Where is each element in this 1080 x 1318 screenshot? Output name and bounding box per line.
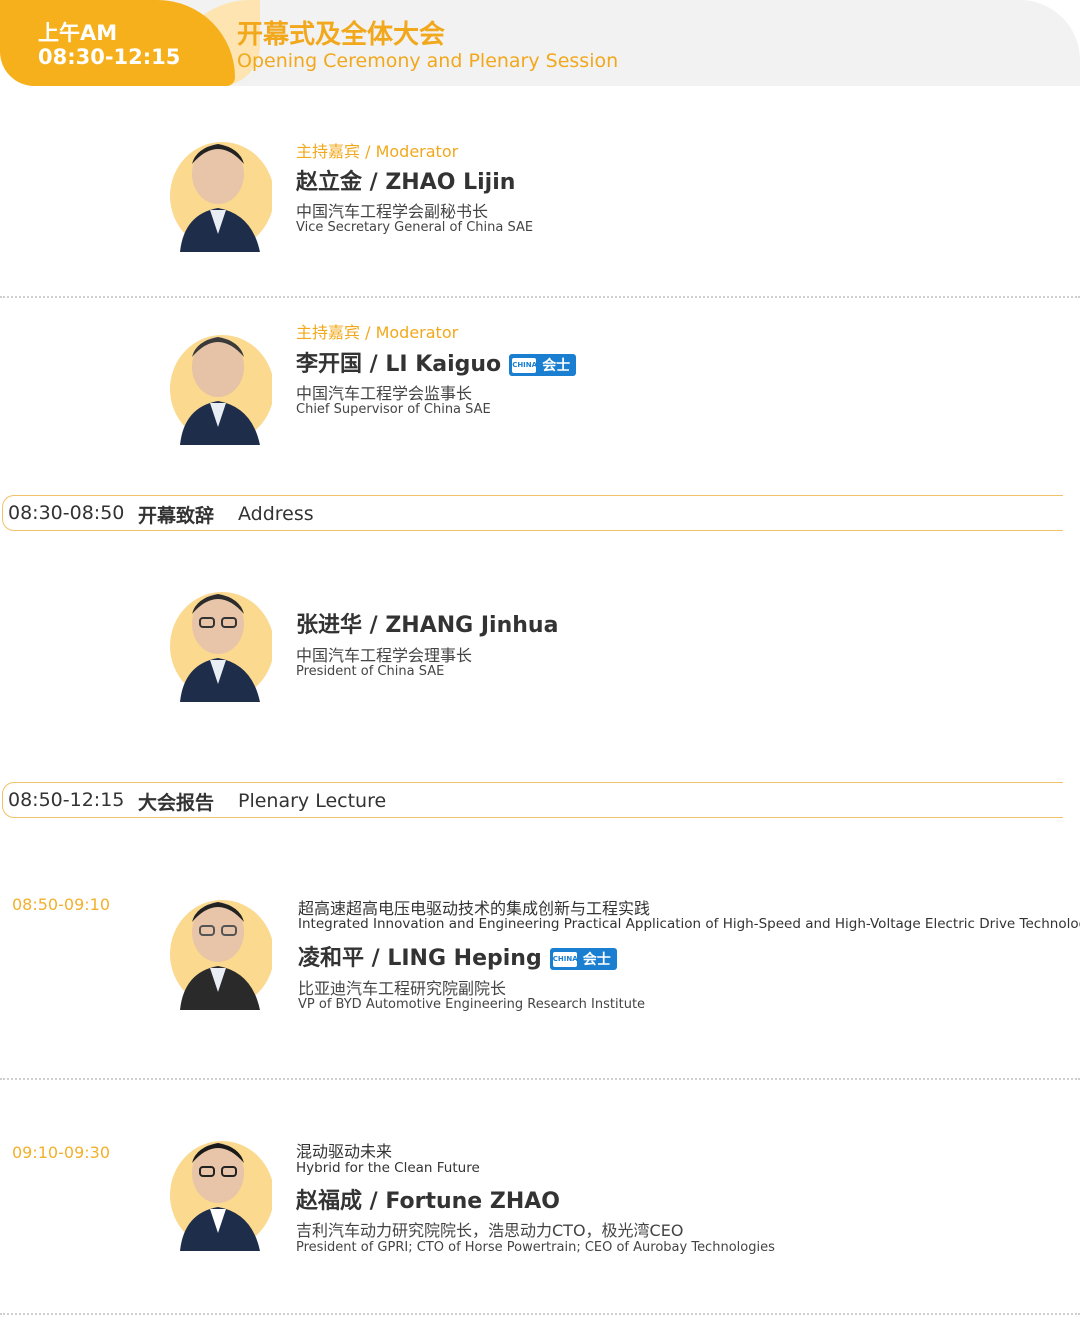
fellow-badge-label: 会士 [582,952,611,968]
speaker-title-en: Chief Supervisor of China SAE [296,402,491,417]
talk-topic-cn: 混动驱动未来 [296,1142,393,1161]
talk-topic-en: Integrated Innovation and Engineering Pr… [298,916,1080,932]
speaker-photo [170,335,272,445]
speaker-title-cn: 中国汽车工程学会副秘书长 [296,202,489,221]
fellow-badge: CHINA SAE 会士 [509,354,577,376]
session-title-cn: 开幕式及全体大会 [237,20,446,50]
speaker-title-en: President of GPRI; CTO of Horse Powertra… [296,1240,775,1255]
speaker-title-en: President of China SAE [296,664,445,679]
divider [0,1078,1080,1080]
address-label-cn: 开幕致辞 [138,505,215,527]
speaker-name: 赵立金 / ZHAO Lijin [296,170,516,195]
speaker-title-en: Vice Secretary General of China SAE [296,220,534,235]
speaker-photo [170,1141,272,1251]
speaker-title-cn: 比亚迪汽车工程研究院副院长 [298,979,507,998]
speaker-name-row: 凌和平 / LING Heping CHINA SAE 会士 [298,940,617,972]
talk-time: 08:50-09:10 [12,895,110,914]
speaker-name: 张进华 / ZHANG Jinhua [296,613,559,638]
plenary-time: 08:50-12:15 [8,789,125,811]
speaker-name-row: 李开国 / LI Kaiguo CHINA SAE 会士 [296,346,577,378]
speaker-title-cn: 中国汽车工程学会监事长 [296,384,473,403]
session-title-en: Opening Ceremony and Plenary Session [237,50,619,72]
divider [0,1313,1080,1315]
speaker-photo [170,592,272,702]
fellow-badge-label: 会士 [542,358,571,374]
speaker-title-en: VP of BYD Automotive Engineering Researc… [298,997,646,1012]
header-time-block [0,0,235,86]
moderator-role: 主持嘉宾 / Moderator [296,142,459,161]
speaker-title-cn: 中国汽车工程学会理事长 [296,646,473,665]
plenary-label-en: Plenary Lecture [238,790,387,812]
speaker-title-cn: 吉利汽车动力研究院院长，浩思动力CTO，极光湾CEO [296,1221,684,1240]
talk-topic-en: Hybrid for the Clean Future [296,1160,480,1176]
fellow-badge: CHINA SAE 会士 [549,948,617,970]
speaker-name: 赵福成 / Fortune ZHAO [296,1189,560,1214]
speaker-name: 李开国 / LI Kaiguo [296,352,502,377]
speaker-photo [170,142,272,252]
address-time: 08:30-08:50 [8,502,125,524]
divider [0,296,1080,298]
china-sae-logo-icon: CHINA SAE [552,951,595,967]
speaker-name: 凌和平 / LING Heping [298,946,542,971]
moderator-role: 主持嘉宾 / Moderator [296,323,459,342]
header-time-range: 08:30-12:15 [38,45,181,69]
speaker-photo [170,900,272,1010]
china-sae-logo-icon: CHINA SAE [512,357,555,373]
talk-time: 09:10-09:30 [12,1143,110,1162]
address-label-en: Address [238,503,314,525]
header-ampm: 上午AM [38,21,118,45]
plenary-label-cn: 大会报告 [138,792,215,814]
